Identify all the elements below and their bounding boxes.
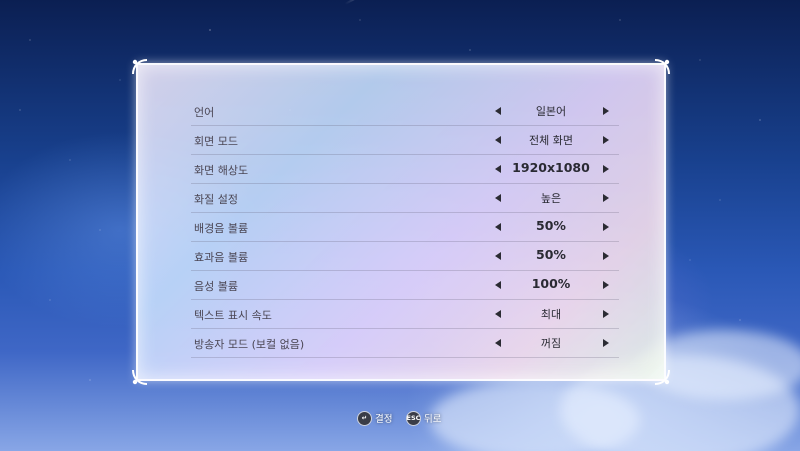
setting-row-resolution[interactable]: 화면 해상도 1920x1080 bbox=[191, 155, 619, 184]
left-triangle-icon[interactable] bbox=[493, 250, 503, 262]
setting-value: 1920x1080 bbox=[512, 160, 590, 175]
right-triangle-icon[interactable] bbox=[601, 163, 611, 175]
left-triangle-icon[interactable] bbox=[493, 221, 503, 233]
footer-hints: ↵ 결정 ESC 뒤로 bbox=[0, 409, 800, 427]
back-button[interactable]: ESC 뒤로 bbox=[406, 409, 441, 427]
corner-ornament-icon bbox=[654, 369, 670, 385]
setting-row-language[interactable]: 언어 일본어 bbox=[191, 97, 619, 126]
right-triangle-icon[interactable] bbox=[601, 192, 611, 204]
setting-row-se-volume[interactable]: 효과음 볼륨 50% bbox=[191, 242, 619, 271]
setting-label: 효과음 볼륨 bbox=[194, 251, 249, 264]
back-label: 뒤로 bbox=[424, 414, 442, 425]
setting-label: 회면 모드 bbox=[194, 135, 238, 148]
left-triangle-icon[interactable] bbox=[493, 279, 503, 291]
right-triangle-icon[interactable] bbox=[601, 221, 611, 233]
settings-panel: 언어 일본어 회면 모드 전체 화면 화면 해상도 1920x1080 화질 설… bbox=[132, 59, 670, 385]
setting-value: 50% bbox=[536, 247, 566, 262]
left-triangle-icon[interactable] bbox=[493, 337, 503, 349]
setting-label: 배경음 볼륨 bbox=[194, 222, 249, 235]
setting-row-voice-volume[interactable]: 음성 볼륨 100% bbox=[191, 271, 619, 300]
right-triangle-icon[interactable] bbox=[601, 105, 611, 117]
setting-value: 최대 bbox=[540, 308, 562, 321]
settings-screen: 언어 일본어 회면 모드 전체 화면 화면 해상도 1920x1080 화질 설… bbox=[0, 0, 800, 451]
confirm-label: 결정 bbox=[375, 414, 393, 425]
setting-label: 텍스트 표시 속도 bbox=[194, 309, 272, 322]
enter-key-icon: ↵ bbox=[357, 410, 372, 426]
right-triangle-icon[interactable] bbox=[601, 250, 611, 262]
right-triangle-icon[interactable] bbox=[601, 337, 611, 349]
corner-ornament-icon bbox=[654, 59, 670, 75]
setting-row-streamer-mode[interactable]: 방송자 모드 (보컬 없음) 꺼짐 bbox=[191, 329, 619, 358]
setting-value: 전체 화면 bbox=[529, 134, 573, 147]
right-triangle-icon[interactable] bbox=[601, 279, 611, 291]
setting-row-screen-mode[interactable]: 회면 모드 전체 화면 bbox=[191, 126, 619, 155]
left-triangle-icon[interactable] bbox=[493, 105, 503, 117]
esc-key-icon: ESC bbox=[406, 410, 421, 426]
setting-label: 화질 설정 bbox=[194, 193, 238, 206]
setting-value: 일본어 bbox=[535, 105, 567, 118]
setting-value: 50% bbox=[536, 218, 566, 233]
setting-row-bgm-volume[interactable]: 배경음 볼륨 50% bbox=[191, 213, 619, 242]
setting-label: 화면 해상도 bbox=[194, 164, 249, 177]
setting-label: 언어 bbox=[194, 106, 215, 119]
corner-ornament-icon bbox=[132, 59, 148, 75]
corner-ornament-icon bbox=[132, 369, 148, 385]
setting-row-quality[interactable]: 화질 설정 높은 bbox=[191, 184, 619, 213]
setting-value: 꺼짐 bbox=[540, 337, 562, 350]
setting-row-text-speed[interactable]: 텍스트 표시 속도 최대 bbox=[191, 300, 619, 329]
left-triangle-icon[interactable] bbox=[493, 134, 503, 146]
setting-label: 음성 볼륨 bbox=[194, 280, 238, 293]
setting-label: 방송자 모드 (보컬 없음) bbox=[194, 338, 305, 351]
left-triangle-icon[interactable] bbox=[493, 192, 503, 204]
left-triangle-icon[interactable] bbox=[493, 163, 503, 175]
confirm-button[interactable]: ↵ 결정 bbox=[357, 409, 392, 427]
right-triangle-icon[interactable] bbox=[601, 134, 611, 146]
left-triangle-icon[interactable] bbox=[493, 308, 503, 320]
setting-value: 높은 bbox=[540, 192, 562, 205]
right-triangle-icon[interactable] bbox=[601, 308, 611, 320]
setting-value: 100% bbox=[531, 276, 571, 291]
